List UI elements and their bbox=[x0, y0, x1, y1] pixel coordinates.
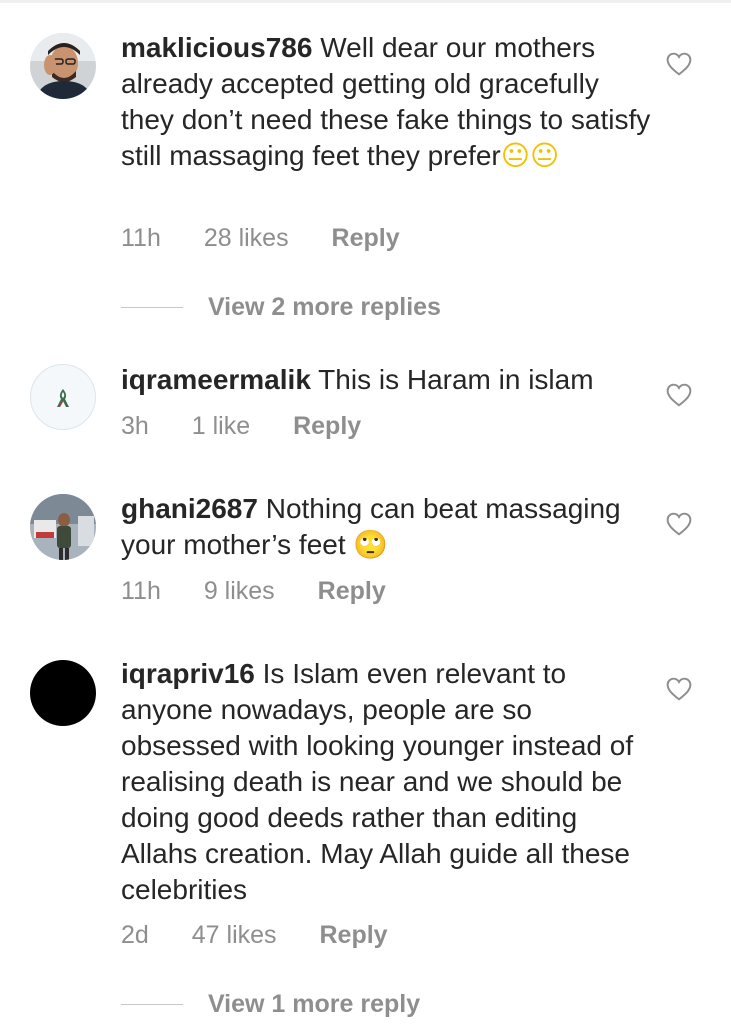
avatar[interactable] bbox=[30, 364, 96, 430]
avatar[interactable] bbox=[30, 494, 96, 560]
comment-text: iqrapriv16 Is Islam even relevant to any… bbox=[121, 656, 641, 908]
reply-button[interactable]: Reply bbox=[332, 224, 400, 253]
divider-line bbox=[121, 1003, 183, 1005]
comment-text: maklicious786 Well dear our mothers alre… bbox=[121, 30, 651, 174]
neutral-face-emoji: 😐😐 bbox=[500, 139, 560, 172]
comment-meta: 11h 28 likes Reply bbox=[121, 224, 436, 253]
view-more-replies[interactable]: View 2 more replies bbox=[121, 292, 441, 322]
comment-likes[interactable]: 9 likes bbox=[204, 577, 275, 606]
view-more-replies[interactable]: View 1 more reply bbox=[121, 989, 420, 1019]
comment-meta: 11h 9 likes Reply bbox=[121, 577, 422, 606]
comment-username[interactable]: ghani2687 bbox=[121, 493, 258, 524]
comment-time: 11h bbox=[121, 577, 161, 605]
comment-username[interactable]: iqrapriv16 bbox=[121, 658, 255, 689]
divider-line bbox=[121, 306, 183, 308]
heart-outline-icon[interactable] bbox=[666, 677, 692, 701]
comment-time: 2d bbox=[121, 921, 149, 949]
ribbon-icon bbox=[57, 389, 69, 407]
comment-body: Is Islam even relevant to anyone nowaday… bbox=[121, 658, 634, 905]
comment-username[interactable]: maklicious786 bbox=[121, 32, 312, 63]
comment-likes[interactable]: 28 likes bbox=[204, 224, 289, 253]
avatar[interactable] bbox=[30, 660, 96, 726]
view-more-label[interactable]: View 1 more reply bbox=[208, 990, 420, 1018]
comment-meta: 2d 47 likes Reply bbox=[121, 921, 424, 950]
comment-time: 11h bbox=[121, 224, 161, 252]
comment-body: This is Haram in islam bbox=[318, 364, 594, 395]
comment-likes[interactable]: 47 likes bbox=[192, 921, 277, 950]
heart-outline-icon[interactable] bbox=[666, 383, 692, 407]
heart-outline-icon[interactable] bbox=[666, 52, 692, 76]
eye-roll-emoji: 🙄 bbox=[353, 528, 389, 561]
comment-meta: 3h 1 like Reply bbox=[121, 412, 397, 441]
comment-likes[interactable]: 1 like bbox=[192, 412, 250, 441]
reply-button[interactable]: Reply bbox=[319, 921, 387, 950]
reply-button[interactable]: Reply bbox=[293, 412, 361, 441]
comment-time: 3h bbox=[121, 412, 149, 440]
view-more-label[interactable]: View 2 more replies bbox=[208, 293, 441, 321]
top-divider bbox=[0, 0, 731, 3]
comment-text: ghani2687 Nothing can beat massaging you… bbox=[121, 491, 651, 563]
reply-button[interactable]: Reply bbox=[318, 577, 386, 606]
comment-username[interactable]: iqrameermalik bbox=[121, 364, 311, 395]
heart-outline-icon[interactable] bbox=[666, 512, 692, 536]
comment-text: iqrameermalik This is Haram in islam bbox=[121, 362, 651, 398]
avatar[interactable] bbox=[30, 33, 96, 99]
